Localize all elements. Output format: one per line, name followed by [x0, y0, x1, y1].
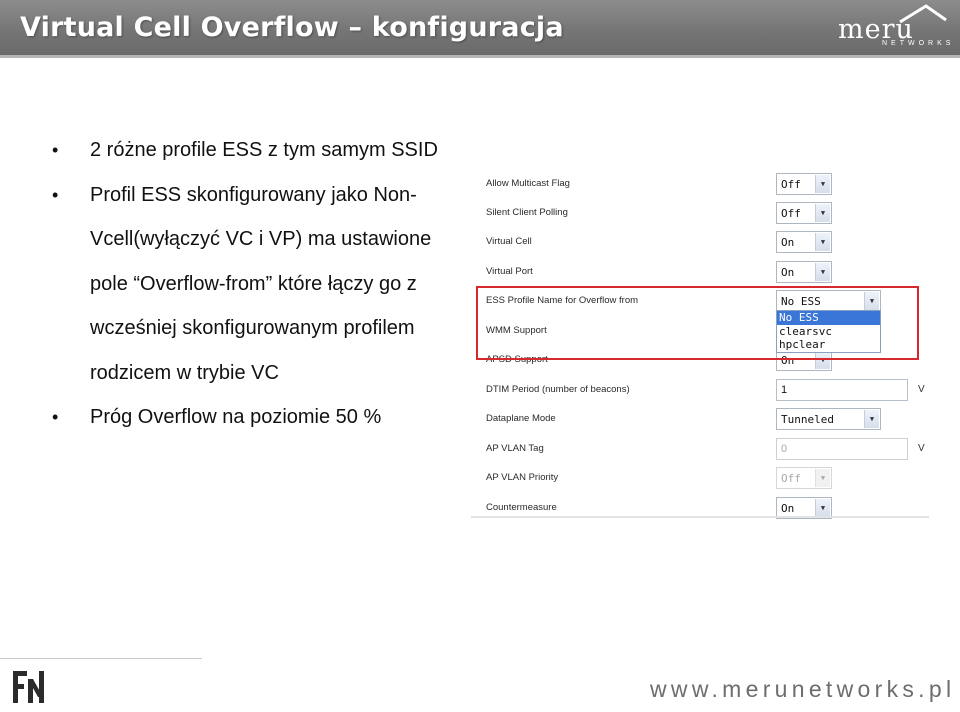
row-allow-multicast: Allow Multicast Flag Off ▼ [471, 168, 929, 197]
row-label: DTIM Period (number of beacons) [486, 384, 630, 395]
row-silent-client-polling: Silent Client Polling Off ▼ [471, 197, 929, 226]
row-unit: V [918, 443, 925, 454]
row-label: Allow Multicast Flag [486, 178, 570, 189]
row-label: Countermeasure [486, 502, 557, 513]
chevron-down-icon: ▼ [815, 233, 830, 251]
virtual-cell-select[interactable]: On ▼ [776, 231, 832, 253]
row-label: AP VLAN Tag [486, 443, 544, 454]
website-url: www.merunetworks.pl [650, 676, 956, 702]
virtual-port-select[interactable]: On ▼ [776, 261, 832, 283]
row-unit: V [918, 384, 925, 395]
select-value: Tunneled [781, 413, 834, 426]
bullet-item: • Profil ESS skonfigurowany jako Non- [52, 173, 464, 218]
bullet-dot-icon: • [52, 184, 59, 205]
bullet-continuation: rodzicem w trybie VC [52, 351, 464, 396]
row-virtual-cell: Virtual Cell On ▼ [471, 226, 929, 255]
chevron-down-icon: ▼ [815, 499, 830, 517]
row-label: Virtual Cell [486, 236, 532, 247]
select-value: Off [781, 178, 801, 191]
row-label: AP VLAN Priority [486, 472, 559, 483]
fn-logo-icon [13, 671, 44, 703]
bullet-continuation: Vcell(wyłączyć VC i VP) ma ustawione [52, 217, 464, 262]
title-bar: Virtual Cell Overflow – konfiguracja mer… [0, 0, 960, 58]
row-label: Silent Client Polling [486, 207, 568, 218]
dataplane-mode-select[interactable]: Tunneled ▼ [776, 408, 881, 430]
select-value: On [781, 236, 795, 249]
chevron-down-icon: ▼ [815, 263, 830, 281]
bullet-dot-icon: • [52, 140, 59, 160]
bullet-text: Profil ESS skonfigurowany jako Non- [90, 183, 417, 206]
footer-divider [0, 658, 202, 659]
logo-sub: NETWORKS [882, 40, 955, 47]
bullet-text: wcześniej skonfigurowanym profilem [90, 317, 415, 339]
bullet-continuation: pole “Overflow-from” które łączy go z [52, 262, 464, 307]
row-ap-vlan-priority: AP VLAN Priority Off ▼ [471, 462, 929, 491]
ap-vlan-priority-select[interactable]: Off ▼ [776, 467, 832, 489]
row-dtim-period: DTIM Period (number of beacons) 1 V [471, 374, 929, 403]
chevron-down-icon: ▼ [815, 469, 830, 487]
highlight-box [476, 286, 919, 360]
bullet-dot-icon: • [52, 407, 59, 427]
bullet-list: • 2 różne profile ESS z tym samym SSID • P… [52, 128, 464, 440]
row-label: Dataplane Mode [486, 413, 556, 424]
select-value: On [781, 266, 795, 279]
bullet-item: • Próg Overflow na poziomie 50 % [52, 395, 464, 440]
bullet-text: pole “Overflow-from” które łączy go z [90, 272, 417, 295]
select-value: Off [781, 472, 801, 485]
bullet-text: 2 różne profile ESS z tym samym SSID [90, 139, 438, 161]
row-label: Virtual Port [486, 266, 533, 277]
slide-title: Virtual Cell Overflow – konfiguracja [20, 12, 564, 43]
chevron-down-icon: ▼ [815, 204, 830, 222]
allow-multicast-select[interactable]: Off ▼ [776, 173, 832, 195]
bullet-text: Vcell(wyłączyć VC i VP) ma ustawione [90, 228, 432, 250]
row-dataplane-mode: Dataplane Mode Tunneled ▼ [471, 403, 929, 432]
row-virtual-port: Virtual Port On ▼ [471, 256, 929, 285]
bullet-text: rodzicem w trybie VC [90, 361, 279, 384]
meru-logo: meru NETWORKS [838, 2, 953, 52]
chevron-down-icon: ▼ [864, 410, 879, 428]
ap-vlan-tag-input[interactable]: 0 [776, 438, 908, 460]
select-value: On [781, 502, 795, 515]
chevron-down-icon: ▼ [815, 175, 830, 193]
bullet-text: Próg Overflow na poziomie 50 % [90, 406, 382, 428]
select-value: Off [781, 207, 801, 220]
bullet-item: • 2 różne profile ESS z tym samym SSID [52, 128, 464, 173]
panel-divider [471, 516, 929, 518]
bullet-continuation: wcześniej skonfigurowanym profilem [52, 306, 464, 351]
dtim-period-input[interactable]: 1 [776, 379, 908, 401]
silent-polling-select[interactable]: Off ▼ [776, 202, 832, 224]
row-ap-vlan-tag: AP VLAN Tag 0 V [471, 433, 929, 462]
